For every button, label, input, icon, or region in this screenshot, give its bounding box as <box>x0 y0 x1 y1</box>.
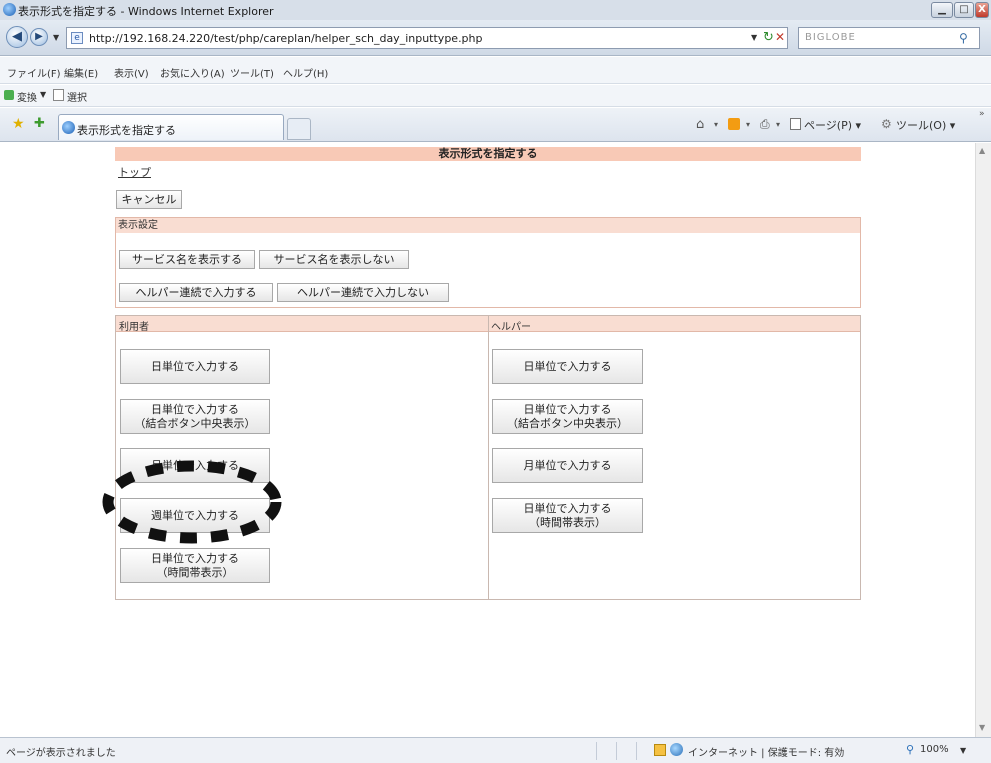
column-divider <box>488 316 489 599</box>
security-zone-text[interactable]: インターネット | 保護モード: 有効 <box>688 744 844 759</box>
tools-menu[interactable]: ツール(O) ▾ <box>896 117 955 133</box>
history-dropdown-icon[interactable]: ▼ <box>53 33 59 42</box>
favorites-star-icon[interactable]: ★ <box>12 116 25 132</box>
forward-button[interactable]: ▶ <box>30 28 48 46</box>
refresh-icon[interactable]: ↻ <box>763 30 774 45</box>
feeds-icon[interactable] <box>728 118 740 130</box>
select-button[interactable]: 選択 <box>67 89 87 104</box>
tab-page-icon <box>62 121 75 134</box>
helper-daily-input-timeslot-button[interactable]: 日単位で入力する （時間帯表示） <box>492 498 643 533</box>
menu-favorites[interactable]: お気に入り(A) <box>160 65 225 80</box>
tools-gear-icon: ⚙ <box>881 117 892 131</box>
status-message: ページが表示されました <box>6 748 116 759</box>
minimize-button[interactable]: ▁ <box>931 2 953 18</box>
feeds-dropdown-icon[interactable]: ▾ <box>746 120 750 129</box>
address-dropdown-icon[interactable]: ▼ <box>751 33 757 42</box>
vertical-scrollbar[interactable]: ▲ ▼ <box>975 143 991 737</box>
show-service-name-button[interactable]: サービス名を表示する <box>119 250 255 269</box>
tab-active[interactable]: 表示形式を指定する <box>58 114 284 140</box>
close-button[interactable]: X <box>975 2 989 18</box>
status-divider <box>636 742 637 760</box>
user-daily-input-merged-center-button[interactable]: 日単位で入力する （結合ボタン中央表示） <box>120 399 270 434</box>
menu-tools[interactable]: ツール(T) <box>230 65 274 80</box>
helper-monthly-input-button[interactable]: 月単位で入力する <box>492 448 643 483</box>
top-link[interactable]: トップ <box>118 164 151 180</box>
url-text: http://192.168.24.220/test/php/careplan/… <box>89 32 483 45</box>
add-favorites-icon[interactable]: ✚ <box>34 116 45 131</box>
tab-bar: ★ ✚ 表示形式を指定する ⌂ ▾ ▾ ⎙ ▾ ページ(P) ▾ ⚙ ツール(O… <box>0 108 991 142</box>
ie-logo-icon <box>3 3 16 16</box>
user-daily-input-timeslot-button[interactable]: 日単位で入力する （時間帯表示） <box>120 548 270 583</box>
status-bar: ページが表示されました インターネット | 保護モード: 有効 ⚲ 100% ▼ <box>0 737 991 763</box>
convert-dropdown-icon[interactable]: ▼ <box>40 90 46 99</box>
helper-continuous-input-button[interactable]: ヘルパー連続で入力する <box>119 283 273 302</box>
address-toolbar: ◀ ▶ ▼ e http://192.168.24.220/test/php/c… <box>0 20 991 56</box>
page-content: 表示形式を指定する トップ キャンセル 表示設定 サービス名を表示する サービス… <box>0 143 975 737</box>
page-title: 表示形式を指定する <box>115 147 861 161</box>
menu-edit[interactable]: 編集(E) <box>64 65 98 80</box>
home-dropdown-icon[interactable]: ▾ <box>714 120 718 129</box>
internet-globe-icon <box>670 743 683 756</box>
search-input[interactable]: BIGLOBE ⚲ <box>798 27 980 49</box>
zoom-dropdown-icon[interactable]: ▼ <box>960 746 966 755</box>
search-placeholder: BIGLOBE <box>805 32 856 43</box>
address-field[interactable]: e http://192.168.24.220/test/php/carepla… <box>66 27 788 49</box>
select-icon <box>53 89 64 101</box>
helper-daily-input-button[interactable]: 日単位で入力する <box>492 349 643 384</box>
security-icon[interactable] <box>654 744 666 756</box>
back-button[interactable]: ◀ <box>6 26 28 48</box>
window-title: 表示形式を指定する - Windows Internet Explorer <box>18 5 274 18</box>
convert-icon <box>4 90 14 100</box>
search-icon[interactable]: ⚲ <box>959 31 968 45</box>
home-icon[interactable]: ⌂ <box>696 117 704 132</box>
links-bar: 変換 ▼ 選択 <box>0 85 991 107</box>
print-icon[interactable]: ⎙ <box>760 117 770 132</box>
display-settings-title: 表示設定 <box>116 218 860 233</box>
cancel-button[interactable]: キャンセル <box>116 190 182 209</box>
highlight-annotation <box>102 460 282 544</box>
forward-arrow-icon: ▶ <box>35 31 43 42</box>
user-daily-input-button[interactable]: 日単位で入力する <box>120 349 270 384</box>
toolbar-overflow-icon[interactable]: » <box>979 109 985 119</box>
menu-bar: ファイル(F) 編集(E) 表示(V) お気に入り(A) ツール(T) ヘルプ(… <box>0 57 991 84</box>
menu-file[interactable]: ファイル(F) <box>7 65 61 80</box>
new-tab-button[interactable] <box>287 118 311 140</box>
stop-icon[interactable]: ✕ <box>775 30 785 44</box>
page-menu-icon <box>790 118 801 130</box>
maximize-button[interactable]: □ <box>954 2 974 18</box>
zoom-level[interactable]: 100% <box>920 744 949 755</box>
status-divider <box>596 742 597 760</box>
zoom-icon: ⚲ <box>906 743 915 756</box>
page-icon: e <box>71 32 83 44</box>
helper-no-continuous-input-button[interactable]: ヘルパー連続で入力しない <box>277 283 449 302</box>
back-arrow-icon: ◀ <box>12 29 22 44</box>
helper-column-title: ヘルパー <box>491 322 531 333</box>
page-menu[interactable]: ページ(P) ▾ <box>804 117 861 133</box>
window-title-bar: 表示形式を指定する - Windows Internet Explorer ▁ … <box>0 0 991 20</box>
hide-service-name-button[interactable]: サービス名を表示しない <box>259 250 409 269</box>
scroll-up-arrow-icon[interactable]: ▲ <box>979 146 985 155</box>
status-divider <box>616 742 617 760</box>
scroll-down-arrow-icon[interactable]: ▼ <box>979 723 985 732</box>
tab-title: 表示形式を指定する <box>77 124 176 137</box>
display-settings-section: 表示設定 サービス名を表示する サービス名を表示しない ヘルパー連続で入力する … <box>115 217 861 308</box>
user-column-title: 利用者 <box>119 322 149 333</box>
helper-daily-input-merged-center-button[interactable]: 日単位で入力する （結合ボタン中央表示） <box>492 399 643 434</box>
menu-view[interactable]: 表示(V) <box>114 65 149 80</box>
menu-help[interactable]: ヘルプ(H) <box>283 65 328 80</box>
print-dropdown-icon[interactable]: ▾ <box>776 120 780 129</box>
convert-button[interactable]: 変換 <box>17 89 37 104</box>
